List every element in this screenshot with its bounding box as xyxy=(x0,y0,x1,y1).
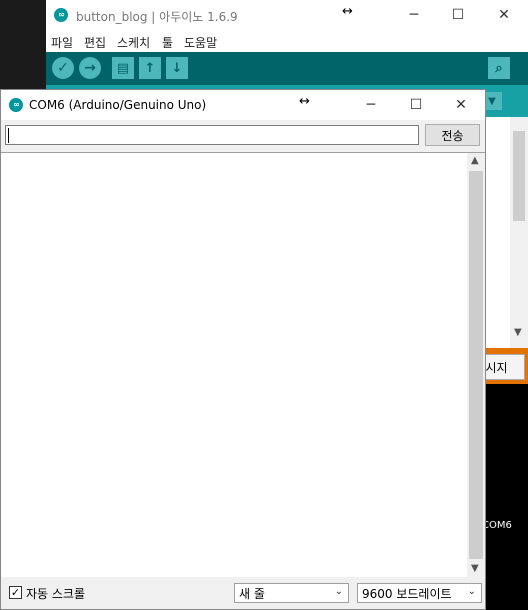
open-icon[interactable]: ↑ xyxy=(139,57,161,79)
chevron-down-icon: ⌄ xyxy=(467,586,476,597)
save-icon[interactable]: ↓ xyxy=(166,57,188,79)
ide-minimize-button[interactable]: ─ xyxy=(392,1,436,29)
editor-scrollbar-thumb[interactable] xyxy=(513,131,525,221)
status-port-label: COM6 xyxy=(482,520,512,531)
ide-window-title: button_blog | 아두이노 1.6.9 xyxy=(76,10,238,24)
autoscroll-label: 자동 스크롤 xyxy=(26,587,86,601)
menu-help[interactable]: 도움말 xyxy=(184,34,217,51)
scroll-up-icon[interactable]: ▲ xyxy=(471,155,479,166)
resize-cursor-icon: ↔ xyxy=(342,4,353,19)
ide-titlebar: ∞ button_blog | 아두이노 1.6.9 ↔ ─ ☐ ✕ xyxy=(46,0,528,30)
scroll-down-icon[interactable]: ▼ xyxy=(471,563,479,574)
menu-tools[interactable]: 툴 xyxy=(162,34,173,51)
baud-rate-value: 9600 보드레이트 xyxy=(362,586,452,601)
send-button[interactable]: 전송 xyxy=(425,124,480,146)
monitor-bottom-bar: ✓ 자동 스크롤 새 줄 ⌄ 9600 보드레이트 ⌄ xyxy=(1,577,485,609)
new-icon[interactable]: ▤ xyxy=(112,57,134,79)
menu-file[interactable]: 파일 xyxy=(51,34,73,51)
monitor-minimize-button[interactable]: ─ xyxy=(349,91,393,119)
serial-output-area[interactable]: ▲ ▼ xyxy=(1,152,485,578)
line-ending-value: 새 줄 xyxy=(239,586,265,601)
monitor-titlebar: ∞ COM6 (Arduino/Genuino Uno) ↔ ─ ☐ ✕ xyxy=(1,90,485,120)
arduino-logo-icon: ∞ xyxy=(54,8,68,22)
monitor-close-button[interactable]: ✕ xyxy=(439,91,483,119)
menu-edit[interactable]: 편집 xyxy=(84,34,106,51)
monitor-window-title: COM6 (Arduino/Genuino Uno) xyxy=(29,98,207,112)
ide-close-button[interactable]: ✕ xyxy=(482,1,526,29)
line-ending-select[interactable]: 새 줄 ⌄ xyxy=(234,583,349,603)
text-caret xyxy=(8,128,9,143)
serial-monitor-window: ∞ COM6 (Arduino/Genuino Uno) ↔ ─ ☐ ✕ 전송 … xyxy=(0,89,486,610)
chevron-down-icon: ⌄ xyxy=(334,586,343,597)
serial-monitor-icon[interactable]: ⌕ xyxy=(488,57,510,79)
autoscroll-checkbox[interactable]: ✓ xyxy=(9,586,22,599)
editor-scrollbar[interactable]: ▼ xyxy=(510,117,528,348)
ide-toolbar: ✓ → ▤ ↑ ↓ ⌕ xyxy=(46,52,528,85)
arduino-logo-icon: ∞ xyxy=(9,98,23,112)
output-scrollbar-thumb[interactable] xyxy=(469,171,483,559)
upload-icon[interactable]: → xyxy=(79,57,101,79)
resize-cursor-icon: ↔ xyxy=(299,94,310,109)
ide-maximize-button[interactable]: ☐ xyxy=(436,1,480,29)
output-scrollbar[interactable]: ▲ ▼ xyxy=(467,153,485,578)
editor-scroll-down-icon[interactable]: ▼ xyxy=(514,327,522,338)
monitor-maximize-button[interactable]: ☐ xyxy=(394,91,438,119)
ide-menubar: 파일 편집 스케치 툴 도움말 xyxy=(46,30,528,52)
verify-icon[interactable]: ✓ xyxy=(52,57,74,79)
menu-sketch[interactable]: 스케치 xyxy=(117,34,150,51)
serial-send-input[interactable] xyxy=(5,125,419,145)
baud-rate-select[interactable]: 9600 보드레이트 ⌄ xyxy=(357,583,482,603)
